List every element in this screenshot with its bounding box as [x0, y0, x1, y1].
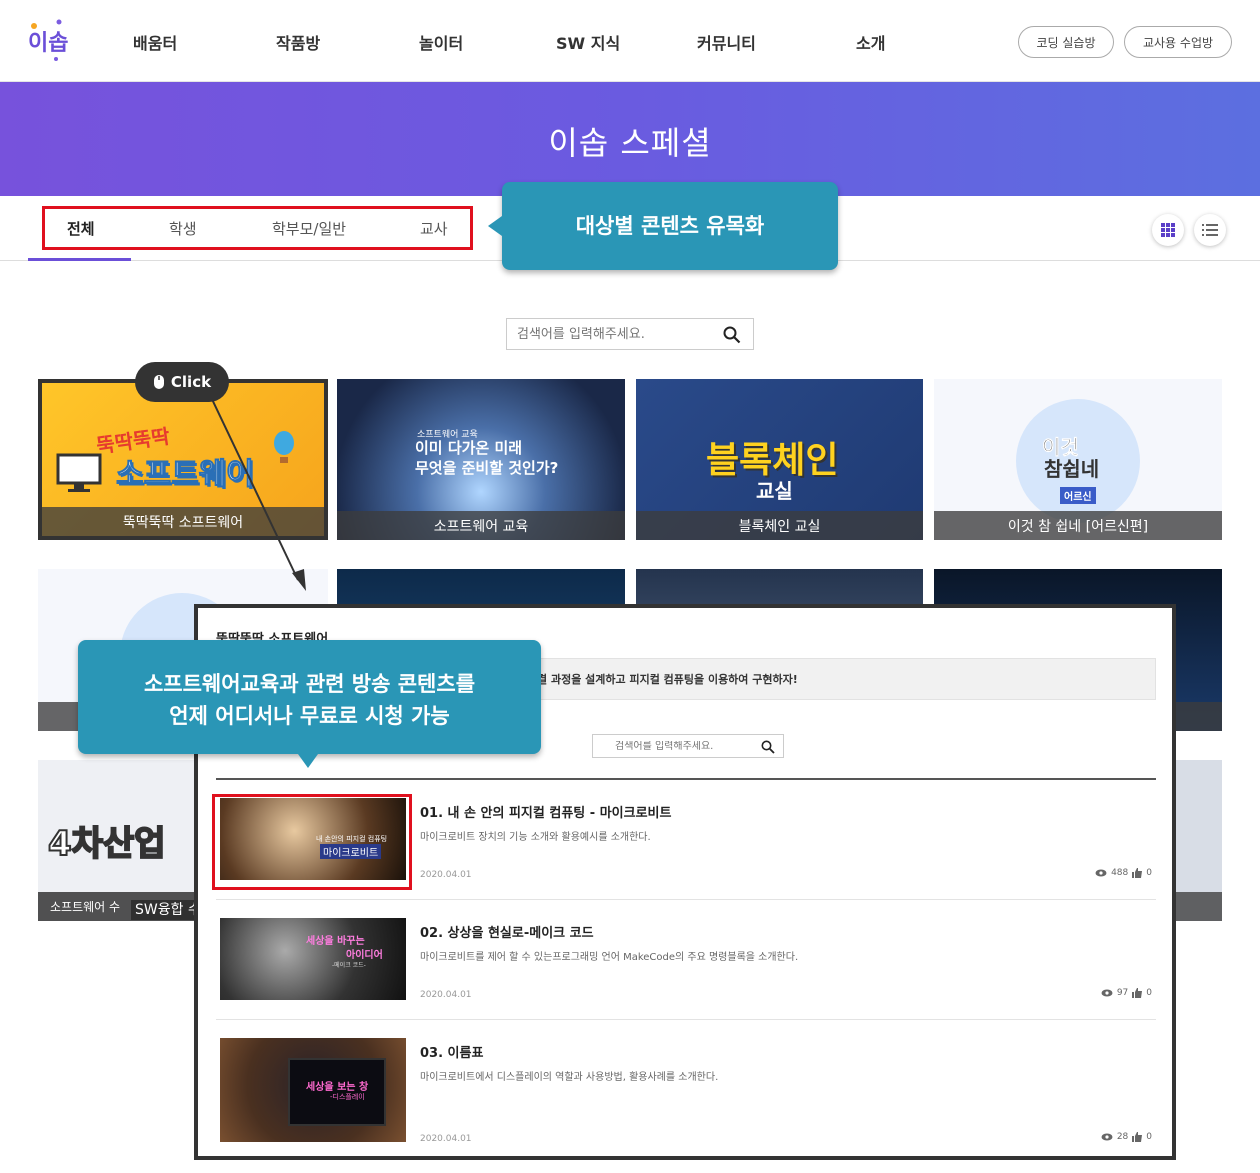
video-stats: 28 0: [1101, 1132, 1152, 1142]
click-badge: Click: [135, 362, 229, 402]
card-sw-education[interactable]: 소프트웨어 교육 이미 다가온 미래 무엇을 준비할 것인가? 소프트웨어 교육: [337, 379, 625, 540]
card-blockchain[interactable]: 블록체인 교실 블록체인 교실: [636, 379, 923, 540]
card-caption: 블록체인 교실: [636, 511, 923, 540]
grid-view-button[interactable]: [1152, 214, 1184, 246]
card-row3-right[interactable]: [1170, 760, 1222, 921]
thumb-text-line2: 아이디어: [346, 950, 383, 961]
like-count: 0: [1146, 988, 1152, 998]
teacher-class-button[interactable]: 교사용 수업방: [1124, 26, 1232, 58]
header: 이솝 배움터 작품방 놀이터 SW 지식 커뮤니티 소개 코딩 실습방 교사용 …: [0, 0, 1260, 82]
card-art-title-1: 4차산업: [47, 823, 166, 865]
callout-free-viewing-line1: 소프트웨어교육과 관련 방송 콘텐츠를: [143, 672, 476, 696]
page-banner: 이솝 스페셜: [0, 82, 1260, 196]
card-caption: 소프트웨어 교육: [337, 511, 625, 540]
card-art-title-2: 무엇을 준비할 것인가?: [415, 459, 559, 477]
view-count: 97: [1116, 988, 1129, 998]
like-count: 0: [1146, 1132, 1152, 1142]
video-stats: 488 0: [1095, 868, 1152, 878]
monitor-icon: [56, 453, 102, 492]
page-title: 이솝 스페셜: [548, 124, 712, 162]
video-item[interactable]: 세상을 바꾸는 아이디어 -메이크 코드- 02. 상상을 현실로-메이크 코드…: [216, 900, 1156, 1020]
thumb-text-line2: -디스플레이: [330, 1093, 365, 1101]
site-logo[interactable]: 이솝: [26, 18, 76, 62]
video-highlight-box: [212, 794, 412, 890]
eye-icon: [1101, 1133, 1113, 1141]
callout-free-viewing-line2: 언제 어디서나 무료로 시청 가능: [169, 704, 450, 728]
nav-item-learn[interactable]: 배움터: [133, 30, 177, 54]
popup-search-box: [592, 734, 784, 758]
page: 이솝 배움터 작품방 놀이터 SW 지식 커뮤니티 소개 코딩 실습방 교사용 …: [0, 0, 1260, 1173]
card-art-title-3: 어르신: [1060, 487, 1096, 504]
callout-category-text: 대상별 콘텐츠 유목화: [575, 214, 765, 238]
thumbs-up-icon: [1132, 1132, 1143, 1142]
eye-icon: [1095, 869, 1107, 877]
list-view-button[interactable]: [1194, 214, 1226, 246]
card-caption: 이것 참 쉽네 [어르신편]: [934, 511, 1222, 540]
card-art-title-1: 이미 다가온 미래: [415, 439, 523, 457]
nav-item-community[interactable]: 커뮤니티: [697, 30, 756, 54]
video-title[interactable]: 01. 내 손 안의 피지컬 컴퓨팅 - 마이크로비트: [420, 802, 671, 821]
nav-item-about[interactable]: 소개: [856, 30, 885, 54]
thumbs-up-icon: [1132, 988, 1143, 998]
popup-search-input[interactable]: [593, 740, 753, 752]
callout-free-viewing: 소프트웨어교육과 관련 방송 콘텐츠를 언제 어디서나 무료로 시청 가능: [78, 640, 541, 768]
video-date: 2020.04.01: [420, 1134, 472, 1144]
video-description: 마이크로비트 장치의 기능 소개와 활용예시를 소개한다.: [420, 832, 651, 843]
nav-item-playground[interactable]: 놀이터: [419, 30, 463, 54]
thumb-text-line1: 세상을 보는 창: [306, 1082, 369, 1093]
click-badge-text: Click: [170, 373, 212, 391]
thumb-text-line3: -메이크 코드-: [332, 962, 366, 969]
callout-arrow: [298, 754, 318, 768]
coding-practice-button[interactable]: 코딩 실습방: [1018, 26, 1114, 58]
card-caption-text: 소프트웨어 수: [50, 900, 121, 914]
thumbs-up-icon: [1132, 868, 1143, 878]
card-easy-senior[interactable]: 이것 참쉽네 어르신 이것 참 쉽네 [어르신편]: [934, 379, 1222, 540]
list-icon: [1202, 224, 1218, 236]
view-count: 28: [1116, 1132, 1129, 1142]
mouse-icon: [153, 375, 164, 389]
search-input[interactable]: [507, 326, 707, 342]
card-art-title-2: 참쉽네: [1044, 457, 1100, 481]
video-date: 2020.04.01: [420, 990, 472, 1000]
logo-text: 이솝: [28, 31, 68, 56]
video-item[interactable]: 세상을 보는 창 -디스플레이 03. 이름표 마이크로비트에서 디스플레이의 …: [216, 1020, 1156, 1150]
video-title[interactable]: 02. 상상을 현실로-메이크 코드: [420, 922, 594, 941]
video-title[interactable]: 03. 이름표: [420, 1042, 483, 1061]
video-thumbnail[interactable]: 세상을 바꾸는 아이디어 -메이크 코드-: [220, 918, 406, 1000]
card-art-title-2: 교실: [756, 479, 793, 503]
video-date: 2020.04.01: [420, 870, 472, 880]
video-description: 마이크로비트를 제어 할 수 있는프로그래밍 언어 MakeCode의 주요 명…: [420, 952, 799, 963]
nav-item-works[interactable]: 작품방: [276, 30, 320, 54]
active-tab-indicator: [28, 258, 131, 261]
view-count: 488: [1111, 868, 1129, 878]
video-stats: 97 0: [1101, 988, 1152, 998]
callout-arrow: [488, 216, 502, 236]
search-icon[interactable]: [723, 326, 741, 344]
like-count: 0: [1146, 868, 1152, 878]
nav-item-sw-knowledge[interactable]: SW 지식: [556, 30, 620, 54]
card-caption-bar: [1170, 892, 1222, 921]
callout-category: 대상별 콘텐츠 유목화: [488, 182, 838, 270]
thumb-text-line1: 세상을 바꾸는: [306, 936, 365, 947]
video-description: 마이크로비트에서 디스플레이의 역할과 사용방법, 활용사례를 소개한다.: [420, 1072, 719, 1083]
grid-icon: [1161, 223, 1175, 237]
search-box: [506, 318, 754, 350]
video-thumbnail[interactable]: 세상을 보는 창 -디스플레이: [220, 1038, 406, 1142]
eye-icon: [1101, 989, 1113, 997]
click-arrow: [209, 395, 306, 591]
search-icon[interactable]: [761, 740, 775, 754]
tabs-highlight-box: [42, 206, 473, 250]
